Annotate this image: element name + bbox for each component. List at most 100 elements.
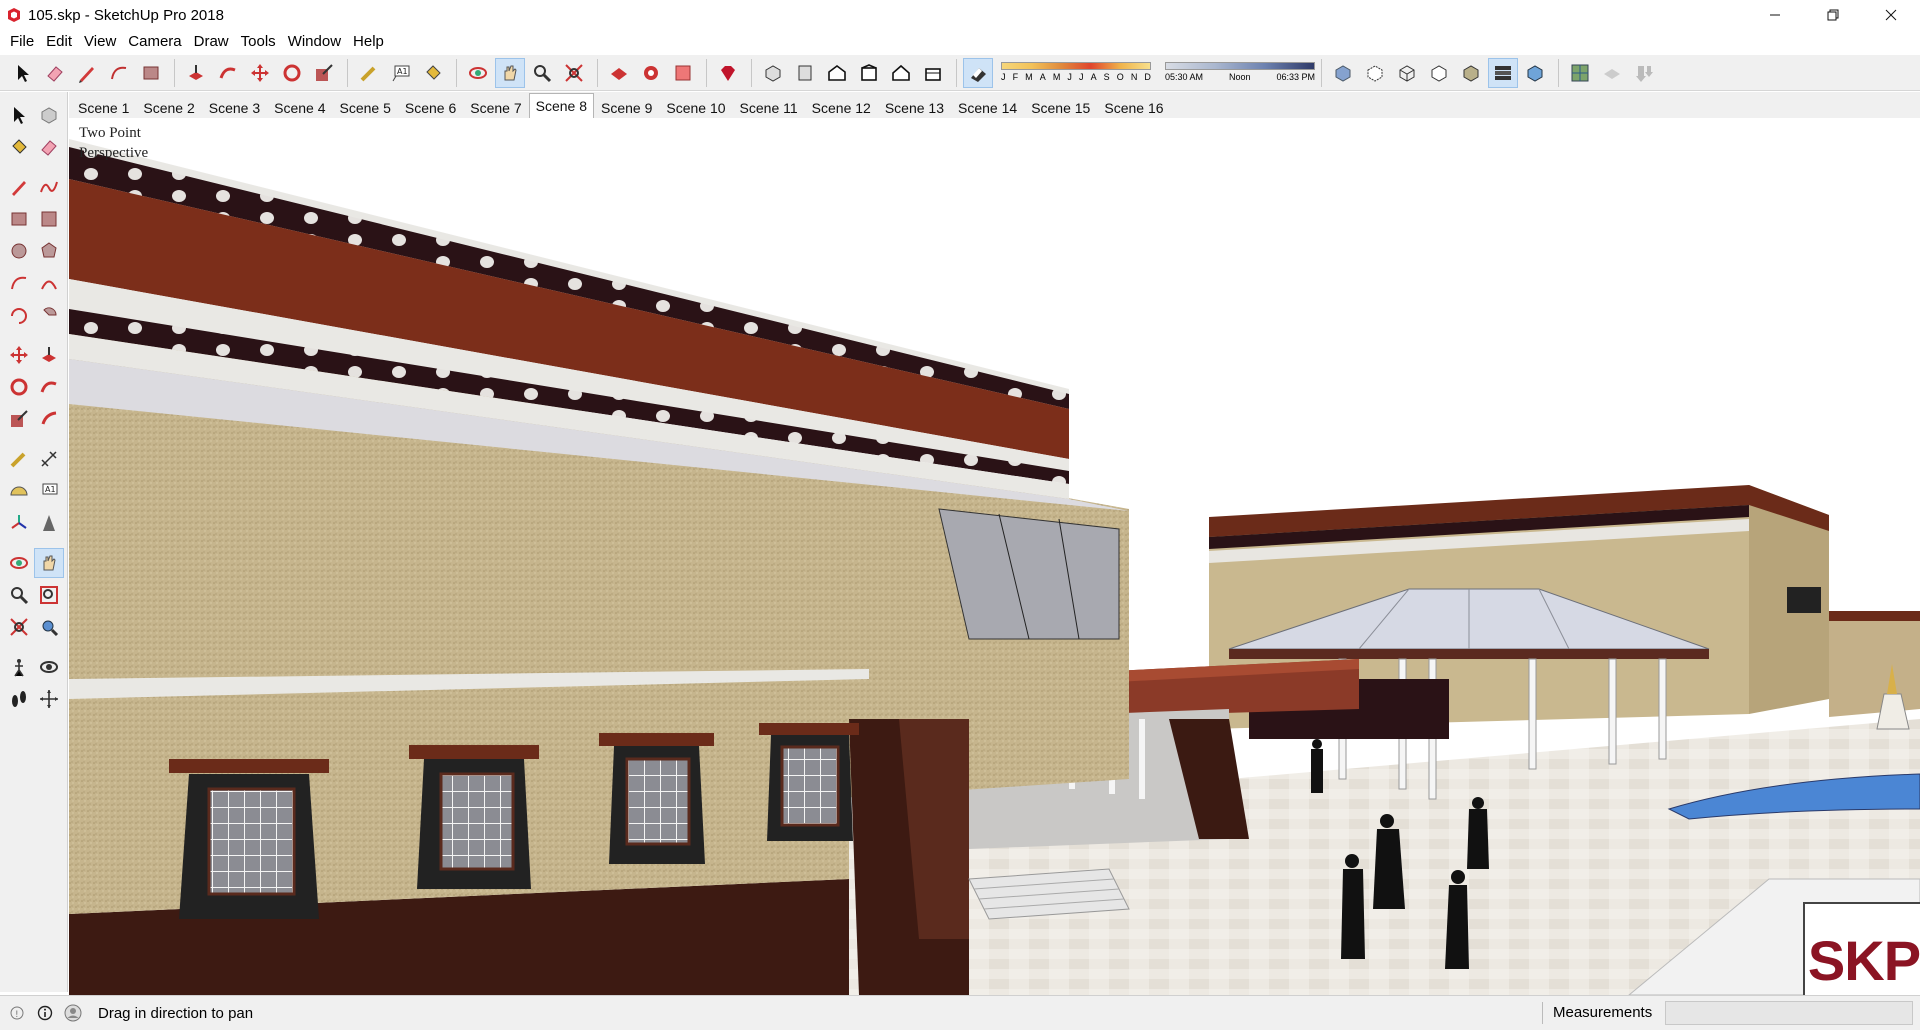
menu-view[interactable]: View <box>78 30 122 54</box>
pencil-tool-button[interactable] <box>72 58 102 88</box>
push-pull-tool-button[interactable] <box>181 58 211 88</box>
close-button[interactable] <box>1862 0 1920 30</box>
freehand-tool-button[interactable] <box>34 172 64 202</box>
ruby-console-button[interactable] <box>713 58 743 88</box>
left-rotate-button[interactable] <box>4 372 34 402</box>
rectangle-tool-button[interactable] <box>136 58 166 88</box>
scene-tab[interactable]: Scene 5 <box>333 96 398 118</box>
protractor-tool-button[interactable] <box>4 476 34 506</box>
rotated-rectangle-button[interactable] <box>34 204 64 234</box>
left-pan-button[interactable] <box>34 548 64 578</box>
left-push-pull-button[interactable] <box>34 340 64 370</box>
scale-tool-button[interactable] <box>309 58 339 88</box>
select-tool-button[interactable] <box>8 58 38 88</box>
extension-warehouse-button[interactable] <box>636 58 666 88</box>
polygon-tool-button[interactable] <box>34 236 64 266</box>
right-view-button[interactable] <box>854 58 884 88</box>
scene-tab[interactable]: Scene 4 <box>267 96 332 118</box>
menu-help[interactable]: Help <box>347 30 390 54</box>
eraser-tool-button[interactable] <box>40 58 70 88</box>
shaded-textures-style-button[interactable] <box>1488 57 1518 88</box>
scene-tab[interactable]: Scene 9 <box>594 96 659 118</box>
scene-tab[interactable]: Scene 14 <box>951 96 1024 118</box>
layout-button[interactable] <box>668 58 698 88</box>
front-view-button[interactable] <box>822 58 852 88</box>
shadow-time-track[interactable] <box>1165 61 1315 70</box>
menu-file[interactable]: File <box>4 30 40 54</box>
text-tool-button[interactable]: A1 <box>386 58 416 88</box>
menu-camera[interactable]: Camera <box>122 30 187 54</box>
credits-button[interactable] <box>34 1002 56 1024</box>
left-zoom-button[interactable] <box>4 580 34 610</box>
restore-button[interactable] <box>1804 0 1862 30</box>
scene-tab[interactable]: Scene 10 <box>659 96 732 118</box>
zoom-tool-button[interactable] <box>527 58 557 88</box>
position-camera-button[interactable] <box>4 652 34 682</box>
3d-text-tool-button[interactable] <box>34 508 64 538</box>
shadow-time-slider[interactable]: 05:30 AM Noon 06:33 PM <box>1165 58 1315 88</box>
two-point-arc-button[interactable] <box>34 268 64 298</box>
scene-tab-active[interactable]: Scene 8 <box>528 93 594 118</box>
previous-view-button[interactable] <box>34 612 64 642</box>
scene-tab[interactable]: Scene 7 <box>463 96 528 118</box>
scene-tab[interactable]: Scene 15 <box>1024 96 1097 118</box>
model-viewport[interactable]: Two Point Perspective SKP <box>69 119 1920 995</box>
menu-tools[interactable]: Tools <box>235 30 282 54</box>
left-select-button[interactable] <box>4 100 34 130</box>
top-view-button[interactable] <box>790 58 820 88</box>
arc-tool-button[interactable] <box>104 58 134 88</box>
three-point-arc-button[interactable] <box>4 300 34 330</box>
shaded-style-button[interactable] <box>1456 58 1486 88</box>
add-location-button[interactable] <box>1597 58 1627 88</box>
back-view-button[interactable] <box>886 58 916 88</box>
sandbox-button[interactable] <box>1629 58 1659 88</box>
follow-me-tool-button[interactable] <box>213 58 243 88</box>
pan-tool-button[interactable] <box>495 57 525 88</box>
scene-tab[interactable]: Scene 13 <box>878 96 951 118</box>
monochrome-style-button[interactable] <box>1520 58 1550 88</box>
circle-tool-button[interactable] <box>4 236 34 266</box>
left-text-button[interactable]: A1 <box>34 476 64 506</box>
scene-tab[interactable]: Scene 6 <box>398 96 463 118</box>
left-orbit-button[interactable] <box>4 548 34 578</box>
scene-tab[interactable]: Scene 11 <box>733 96 805 118</box>
scene-tab[interactable]: Scene 16 <box>1097 96 1170 118</box>
walk-tool-button[interactable] <box>4 684 34 714</box>
sign-in-button[interactable] <box>62 1002 84 1024</box>
geo-location-button[interactable] <box>1565 58 1595 88</box>
orbit-tool-button[interactable] <box>463 58 493 88</box>
left-view-button[interactable] <box>918 58 948 88</box>
menu-window[interactable]: Window <box>282 30 347 54</box>
left-rectangle-button[interactable] <box>4 204 34 234</box>
shadow-date-slider[interactable]: J F M A M J J A S O N D <box>1001 58 1151 88</box>
measurements-input[interactable] <box>1665 1001 1913 1025</box>
left-follow-me-button[interactable] <box>34 372 64 402</box>
back-edges-style-button[interactable] <box>1360 58 1390 88</box>
wireframe-style-button[interactable] <box>1392 58 1422 88</box>
make-component-button[interactable] <box>34 100 64 130</box>
left-eraser-button[interactable] <box>34 132 64 162</box>
offset-tool-button[interactable] <box>34 404 64 434</box>
pie-tool-button[interactable] <box>34 300 64 330</box>
look-around-button[interactable] <box>34 652 64 682</box>
section-plane-button[interactable] <box>34 684 64 714</box>
axes-tool-button[interactable] <box>4 508 34 538</box>
left-move-button[interactable] <box>4 340 34 370</box>
paint-bucket-tool-button[interactable] <box>418 58 448 88</box>
scene-tab[interactable]: Scene 1 <box>71 96 136 118</box>
xray-style-button[interactable] <box>1328 58 1358 88</box>
minimize-button[interactable] <box>1746 0 1804 30</box>
line-tool-button[interactable] <box>4 172 34 202</box>
left-arc-button[interactable] <box>4 268 34 298</box>
move-tool-button[interactable] <box>245 58 275 88</box>
scene-tab[interactable]: Scene 3 <box>202 96 267 118</box>
left-scale-button[interactable] <box>4 404 34 434</box>
menu-edit[interactable]: Edit <box>40 30 78 54</box>
menu-draw[interactable]: Draw <box>188 30 235 54</box>
zoom-window-button[interactable] <box>34 580 64 610</box>
scene-tab[interactable]: Scene 2 <box>136 96 201 118</box>
shadow-date-track[interactable] <box>1001 61 1151 70</box>
geo-status-button[interactable]: ! <box>6 1002 28 1024</box>
dimension-tool-button[interactable] <box>34 444 64 474</box>
left-zoom-extents-button[interactable] <box>4 612 34 642</box>
